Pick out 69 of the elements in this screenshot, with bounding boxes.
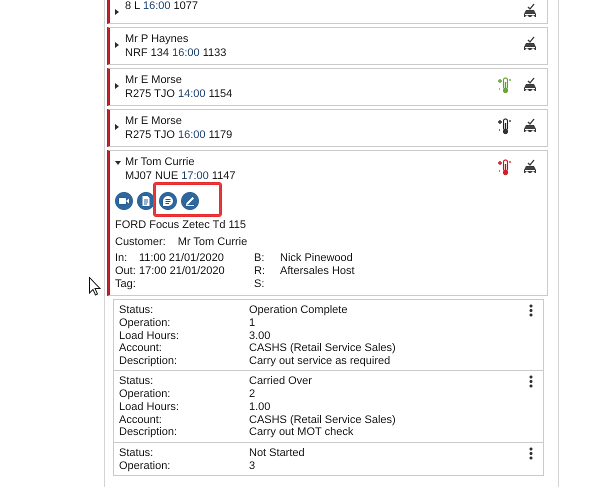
booking-summary: NRF 134 16:00 1133: [125, 46, 228, 60]
more-options-icon[interactable]: [529, 375, 533, 388]
field-value: 2: [249, 388, 256, 401]
booking-card[interactable]: Mr Tom Currie MJ07 NUE 17:00 1147 FORD Focus Zetec Td 115 Customer: Mr Tom Currie In: 11:00 21/01/2020 B: Nick Pinewood Out: 17:00 21/01/2020 R: Aftersales Host Tag: S:: [107, 150, 548, 296]
booking-card[interactable]: Mr E Morse R275 TJO 14:00 1154: [107, 68, 548, 106]
field-label: Load Hours:: [119, 400, 180, 414]
customer-name: Mr E Morse: [125, 114, 183, 128]
more-options-icon[interactable]: [529, 304, 533, 317]
customer-name: Mr P Haynes: [125, 32, 190, 46]
field-label: R:: [254, 265, 266, 278]
field-label: Description:: [119, 426, 178, 439]
booking-card[interactable]: Mr P Haynes NRF 134 16:00 1133: [107, 27, 548, 65]
field-label: In:: [115, 252, 128, 265]
booking-card[interactable]: Mr E Morse R275 TJO 16:00 1179: [107, 109, 548, 147]
field-label: Account:: [119, 414, 163, 426]
field-label: Load Hours:: [119, 330, 180, 342]
more-options-icon[interactable]: [529, 446, 533, 460]
expand-caret-icon[interactable]: [115, 161, 121, 165]
field-value: CASHS (Retail Service Sales): [249, 414, 397, 426]
field-value: Carry out MOT check: [249, 426, 354, 439]
field-value: Mr Tom Currie: [178, 235, 248, 249]
booking-summary: 8 L 16:00 1077: [125, 0, 200, 13]
mouse-pointer-icon: [89, 277, 101, 296]
field-label: Account:: [119, 342, 163, 355]
field-label: Customer:: [115, 235, 166, 249]
car-check-icon: [521, 118, 539, 134]
field-label: Operation:: [119, 388, 172, 401]
car-check-icon: [521, 77, 539, 93]
customer-name: Mr Tom Currie: [125, 155, 196, 169]
field-label: S:: [254, 278, 266, 291]
field-value: 11:00 21/01/2020: [139, 252, 225, 265]
field-label: Operation:: [119, 460, 172, 472]
field-value: Carry out service as required: [249, 354, 392, 368]
field-value: 3: [249, 460, 256, 472]
booking-summary: MJ07 NUE 17:00 1147: [125, 169, 236, 183]
field-label: Description:: [119, 354, 178, 368]
field-value: Operation Complete: [249, 304, 348, 317]
field-value: Carried Over: [249, 375, 313, 388]
booking-summary: R275 TJO 16:00 1179: [125, 128, 234, 142]
field-value: CASHS (Retail Service Sales): [249, 342, 397, 355]
field-label: Out:: [115, 265, 137, 278]
car-check-icon: [521, 159, 539, 175]
expand-caret-icon[interactable]: [115, 124, 119, 130]
expand-caret-icon[interactable]: [115, 9, 119, 15]
booking-card[interactable]: 8 L 16:00 1077: [107, 0, 548, 24]
field-label: Status:: [119, 375, 154, 388]
field-value: Not Started: [249, 446, 306, 460]
expand-caret-icon[interactable]: [115, 42, 119, 48]
field-label: Status:: [119, 304, 154, 317]
field-value: 17:00 21/01/2020: [139, 265, 226, 278]
field-label: Operation:: [119, 317, 172, 330]
notes-icon[interactable]: [159, 192, 177, 210]
vehicle-description: FORD Focus Zetec Td 115: [115, 218, 248, 232]
document-icon[interactable]: [137, 192, 155, 210]
field-value: 3.00: [249, 330, 272, 342]
car-check-icon: [521, 36, 539, 52]
video-camera-icon[interactable]: [115, 192, 133, 210]
customer-name: Mr E Morse: [125, 73, 183, 87]
field-label: Tag:: [115, 278, 137, 291]
field-value: 1: [249, 317, 256, 330]
field-value: 1.00: [249, 400, 272, 414]
field-label: Status:: [119, 446, 154, 460]
field-label: B:: [254, 252, 266, 265]
car-check-icon: [521, 3, 539, 19]
expand-caret-icon[interactable]: [115, 83, 119, 89]
pencil-icon[interactable]: [181, 192, 199, 210]
field-value: Nick Pinewood: [280, 252, 354, 265]
field-value: Aftersales Host: [280, 265, 356, 278]
booking-summary: R275 TJO 14:00 1154: [125, 87, 234, 101]
